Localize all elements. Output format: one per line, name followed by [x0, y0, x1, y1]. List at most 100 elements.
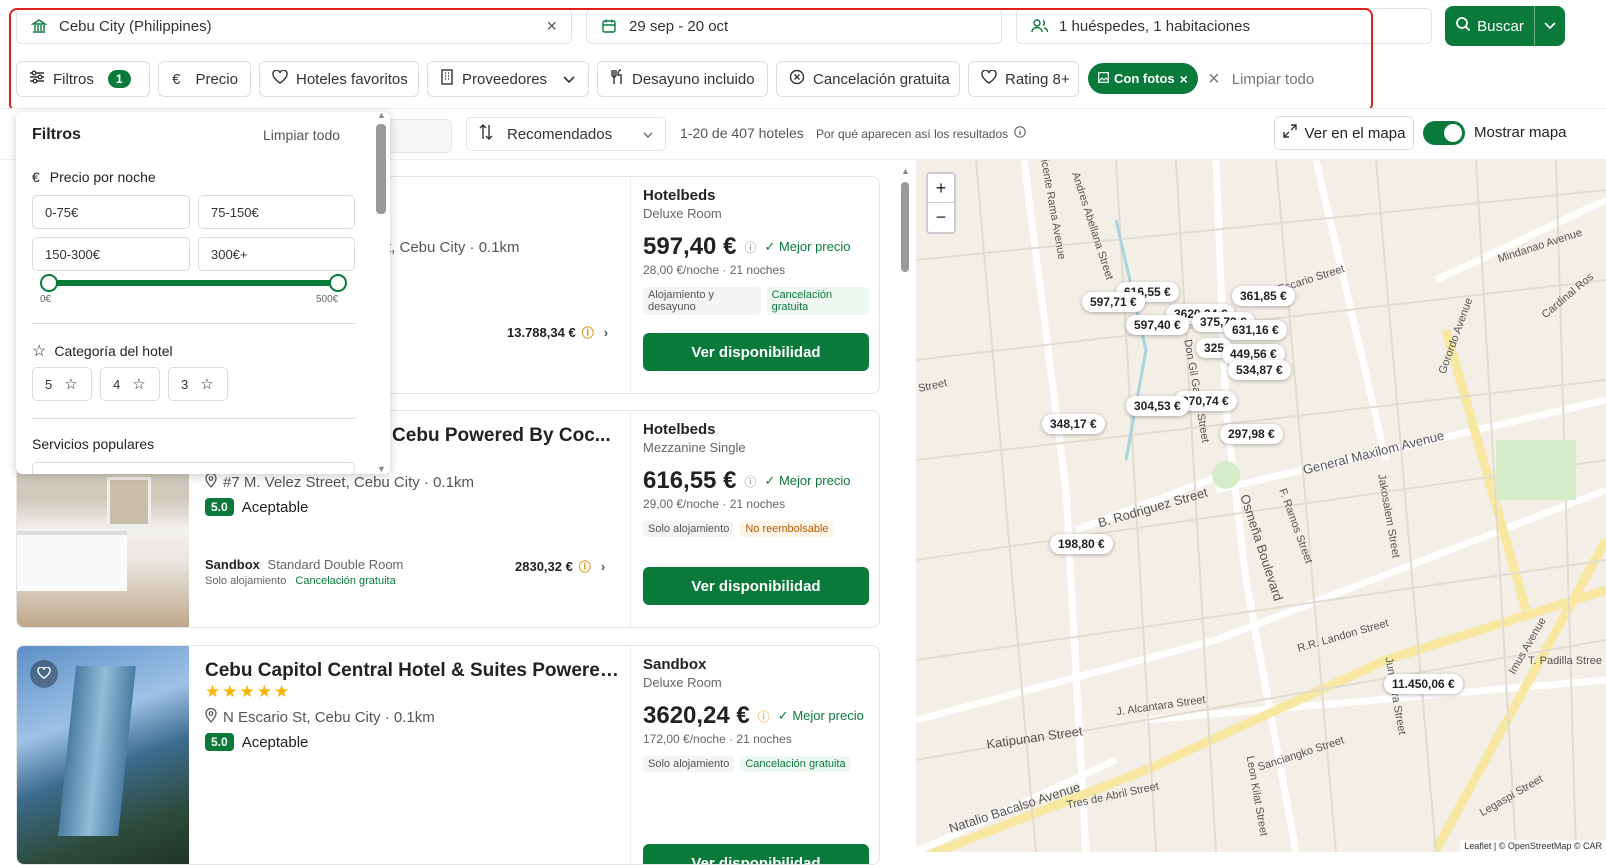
clear-location-icon[interactable]: ×: [546, 16, 557, 37]
rating-filter-chip[interactable]: Rating 8+: [968, 61, 1079, 97]
cancel-tag: Cancelación gratuita: [740, 756, 851, 772]
people-icon: [1031, 18, 1051, 34]
alt-offer-price[interactable]: 13.788,34 € ⓘ ›: [507, 324, 608, 341]
heart-icon: [37, 666, 51, 682]
price-option[interactable]: 300€+: [198, 237, 355, 271]
star-rating: ★★★★★: [205, 682, 292, 701]
alt-offer-price[interactable]: 2830,32 € ⓘ ›: [515, 558, 605, 575]
offer-panel: Hotelbeds Deluxe Room 597,40 € ⓘ ✓ Mejor…: [630, 177, 879, 393]
star-filter-3[interactable]: 3 ☆: [168, 367, 228, 401]
zoom-out-button[interactable]: −: [928, 203, 954, 232]
map-view[interactable]: Vicente Rama Avenue Andres Abellana Stre…: [916, 160, 1606, 852]
price-slider-max-handle[interactable]: [329, 274, 347, 292]
price-option[interactable]: 150-300€: [32, 237, 190, 271]
search-button-label: Buscar: [1477, 17, 1524, 35]
price-pin[interactable]: 304,53 €: [1126, 396, 1189, 416]
price-section-title: € Precio por noche: [32, 169, 156, 185]
star-outline-icon: ☆: [200, 376, 214, 393]
why-results-link[interactable]: Por qué aparecen así los resultados: [816, 126, 1026, 141]
image-icon: [1098, 71, 1109, 86]
provider-name: Hotelbeds: [643, 421, 716, 438]
star-count: 3: [181, 376, 189, 392]
scroll-down-icon[interactable]: ▼: [377, 464, 386, 474]
price-slider-min-handle[interactable]: [40, 274, 58, 292]
chevron-down-icon[interactable]: [1535, 22, 1565, 30]
show-map-toggle[interactable]: [1423, 121, 1465, 145]
favorites-filter-chip[interactable]: Hoteles favoritos: [259, 61, 419, 97]
remove-filter-icon[interactable]: ×: [1180, 71, 1188, 87]
star-outline-icon: ☆: [132, 376, 146, 393]
refund-tag: No reembolsable: [740, 521, 834, 537]
alt-offer[interactable]: Sandbox Standard Double Room Solo alojam…: [205, 557, 403, 587]
with-photos-chip[interactable]: Con fotos ×: [1088, 63, 1198, 94]
alt-provider: Sandbox: [205, 557, 260, 572]
scroll-up-icon[interactable]: ▲: [377, 112, 386, 120]
price-option[interactable]: 75-150€: [198, 195, 355, 229]
service-option[interactable]: [32, 462, 355, 474]
breakfast-chip-label: Desayuno incluido: [632, 70, 755, 88]
clear-all-filters[interactable]: × Limpiar todo: [1208, 68, 1314, 91]
hotel-title[interactable]: Cebu Capitol Central Hotel & Suites Powe…: [205, 660, 625, 682]
building-facade: [58, 666, 136, 836]
price-pin[interactable]: 534,87 €: [1228, 360, 1291, 380]
provider-name: Hotelbeds: [643, 187, 716, 204]
providers-filter-chip[interactable]: Proveedores: [427, 61, 589, 97]
free-cancel-filter-chip[interactable]: Cancelación gratuita: [776, 61, 960, 97]
scroll-up-icon[interactable]: ▲: [901, 166, 910, 176]
panel-scroll-thumb[interactable]: [376, 124, 386, 214]
scroll-thumb[interactable]: [901, 182, 909, 272]
view-on-map-label: Ver en el mapa: [1304, 124, 1406, 142]
star-filter-4[interactable]: 4 ☆: [100, 367, 160, 401]
hotel-card[interactable]: Cebu Capitol Central Hotel & Suites Powe…: [16, 645, 880, 865]
favorite-button[interactable]: [30, 660, 58, 688]
sort-select[interactable]: Recomendados: [466, 117, 666, 151]
price-value: 597,40 €: [643, 233, 737, 260]
price-pin[interactable]: 631,16 €: [1224, 320, 1287, 340]
price-pin[interactable]: 361,85 €: [1232, 286, 1295, 306]
price-pin[interactable]: 198,80 €: [1050, 534, 1113, 554]
favorites-chip-label: Hoteles favoritos: [296, 70, 408, 88]
view-availability-button[interactable]: Ver disponibilidad: [643, 567, 869, 605]
best-price-text: Mejor precio: [792, 708, 864, 723]
price-filter-chip[interactable]: € Precio: [158, 61, 251, 97]
star-filter-5[interactable]: 5 ☆: [32, 367, 92, 401]
info-icon: ⓘ: [581, 326, 594, 340]
dates-field[interactable]: 29 sep - 20 oct: [586, 8, 1002, 44]
score-badge: 5.0: [205, 498, 234, 516]
location-field[interactable]: Cebu City (Philippines) ×: [16, 8, 572, 44]
review-score: 5.0 Aceptable: [205, 498, 308, 516]
board-tag: Solo alojamiento: [643, 521, 735, 537]
results-scrollbar[interactable]: ▲: [898, 166, 912, 832]
panel-scrollbar[interactable]: ▲ ▼: [374, 112, 390, 474]
divider: [32, 323, 355, 324]
zoom-in-button[interactable]: +: [928, 174, 954, 203]
map-attribution[interactable]: Leaflet | © OpenStreetMap © CAR: [1460, 840, 1606, 852]
price-slider-track[interactable]: [48, 280, 338, 286]
view-availability-button[interactable]: Ver disponibilidad: [643, 844, 869, 864]
zoom-control: + −: [926, 172, 956, 234]
price-pin[interactable]: 597,71 €: [1082, 292, 1145, 312]
panel-clear-all[interactable]: Limpiar todo: [263, 127, 340, 143]
view-availability-button[interactable]: Ver disponibilidad: [643, 333, 869, 371]
slider-min-label: 0€: [40, 294, 52, 305]
best-price-label: ✓ Mejor precio: [764, 239, 851, 254]
panel-title: Filtros: [32, 126, 81, 143]
location-pin-icon: [205, 707, 217, 727]
with-photos-label: Con fotos: [1114, 71, 1175, 86]
hotel-address: #7 M. Velez Street, Cebu City · 0.1km: [205, 472, 474, 492]
filters-label: Filtros: [53, 70, 94, 88]
view-on-map-button[interactable]: Ver en el mapa: [1274, 116, 1414, 150]
price-pin[interactable]: 348,17 €: [1042, 414, 1105, 434]
price-option[interactable]: 0-75€: [32, 195, 190, 229]
price-pin[interactable]: 297,98 €: [1220, 424, 1283, 444]
price-pin[interactable]: 11.450,06 €: [1384, 674, 1463, 694]
results-count: 1-20 de 407 hoteles: [680, 125, 804, 141]
breakfast-filter-chip[interactable]: Desayuno incluido: [597, 61, 768, 97]
price-pin[interactable]: 597,40 €: [1126, 315, 1189, 335]
guests-field[interactable]: 1 huéspedes, 1 habitaciones: [1016, 8, 1432, 44]
filters-button[interactable]: Filtros 1: [16, 61, 150, 97]
rating-chip-label: Rating 8+: [1005, 70, 1070, 88]
filters-panel: Filtros Limpiar todo € Precio por noche …: [16, 112, 390, 474]
services-section-title: Servicios populares: [32, 436, 155, 452]
search-button[interactable]: Buscar: [1445, 6, 1565, 46]
